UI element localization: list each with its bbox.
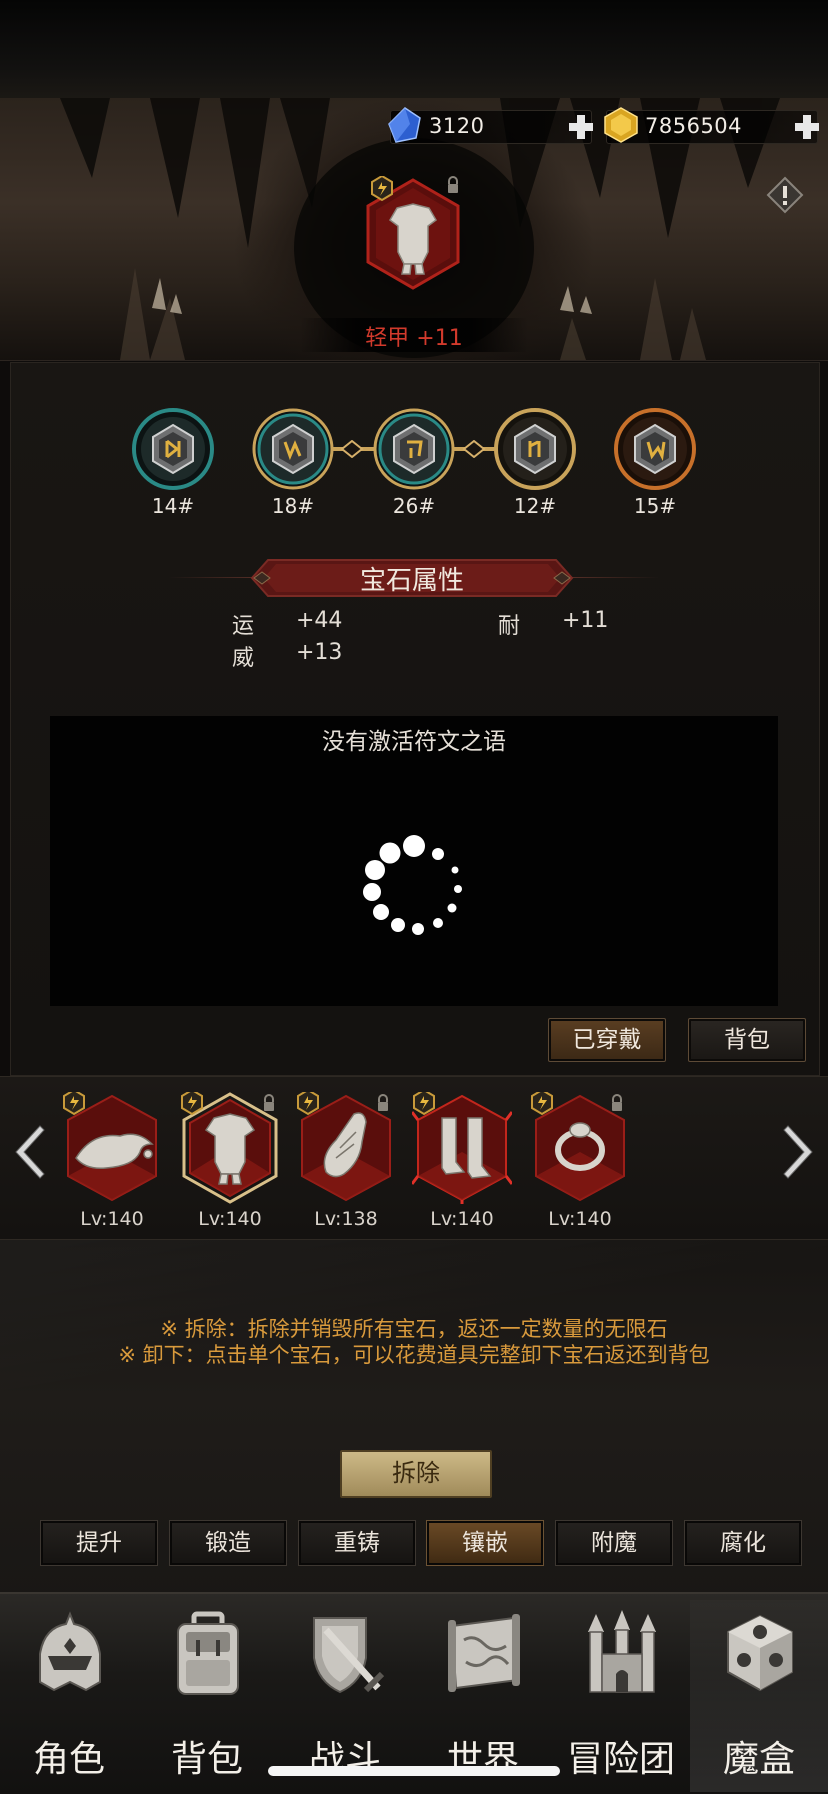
equipment-slot[interactable] bbox=[62, 1088, 162, 1204]
gem-slot-5[interactable] bbox=[614, 408, 696, 490]
gem-link-icon bbox=[452, 440, 496, 458]
status-bar-area bbox=[0, 0, 828, 98]
gem-slot-2[interactable] bbox=[252, 408, 334, 490]
gem-label-1: 14# bbox=[151, 494, 195, 518]
rune-gem-icon bbox=[132, 408, 214, 490]
tab-enchant[interactable]: 附魔 bbox=[555, 1520, 673, 1566]
blue-crystal-icon bbox=[388, 107, 421, 143]
section-title: 宝石属性 bbox=[359, 566, 464, 596]
add-gold-icon[interactable] bbox=[793, 113, 821, 141]
gem-label-3: 26# bbox=[392, 494, 436, 518]
tab-forge[interactable]: 锻造 bbox=[169, 1520, 287, 1566]
item-name: 轻甲 +11 bbox=[365, 326, 463, 351]
nav-label: 背包 bbox=[170, 1739, 243, 1780]
tab-corrupt[interactable]: 腐化 bbox=[684, 1520, 802, 1566]
helmet-icon bbox=[39, 1611, 101, 1692]
gem-link-icon bbox=[330, 440, 374, 458]
sword-shield-icon bbox=[313, 1617, 385, 1694]
divider bbox=[564, 577, 660, 578]
nav-label: 冒险团 bbox=[566, 1739, 675, 1780]
diamond-value: 3120 bbox=[429, 114, 485, 138]
equipment-slot[interactable] bbox=[410, 1088, 514, 1204]
attr-name: 运 bbox=[232, 614, 255, 639]
nav-item-character[interactable]: 角色 bbox=[0, 1600, 138, 1792]
map-scroll-icon bbox=[448, 1614, 520, 1692]
equipment-slot-selected[interactable] bbox=[180, 1088, 280, 1204]
gem-slot-3[interactable] bbox=[373, 408, 455, 490]
equipment-slot[interactable] bbox=[530, 1088, 630, 1204]
gold-value: 7856504 bbox=[645, 114, 743, 138]
equipment-level: Lv:140 bbox=[80, 1208, 144, 1230]
nav-item-battle[interactable]: 战斗 bbox=[276, 1600, 414, 1792]
tab-upgrade[interactable]: 提升 bbox=[40, 1520, 158, 1566]
add-diamond-icon[interactable] bbox=[567, 113, 595, 141]
nav-label: 魔盒 bbox=[722, 1739, 795, 1780]
equipment-level: Lv:140 bbox=[430, 1208, 494, 1230]
nav-item-magic-box[interactable]: 魔盒 bbox=[690, 1600, 828, 1792]
gem-label-4: 12# bbox=[513, 494, 557, 518]
castle-icon bbox=[588, 1610, 656, 1693]
equipment-level: Lv:140 bbox=[548, 1208, 612, 1230]
nav-item-world[interactable]: 世界 bbox=[414, 1600, 552, 1792]
home-indicator[interactable] bbox=[268, 1766, 560, 1776]
rune-gem-icon bbox=[252, 408, 334, 490]
tab-inlay[interactable]: 镶嵌 bbox=[426, 1520, 544, 1566]
attr-value: +44 bbox=[296, 608, 343, 633]
gem-label-5: 15# bbox=[633, 494, 677, 518]
nav-item-bag[interactable]: 背包 bbox=[138, 1600, 276, 1792]
equipped-button[interactable]: 已穿戴 bbox=[548, 1018, 666, 1062]
equipment-level: Lv:140 bbox=[198, 1208, 262, 1230]
remove-button[interactable]: 拆除 bbox=[340, 1450, 492, 1498]
magic-cube-icon bbox=[727, 1614, 793, 1692]
unequip-note: ※ 卸下：点击单个宝石，可以花费道具完整卸下宝石返还到背包 bbox=[118, 1343, 710, 1367]
tab-recast[interactable]: 重铸 bbox=[298, 1520, 416, 1566]
attr-value: +11 bbox=[562, 608, 609, 633]
nav-label: 角色 bbox=[32, 1739, 105, 1780]
attr-value: +13 bbox=[296, 640, 343, 665]
backpack-icon bbox=[177, 1611, 239, 1695]
gold-crystal-icon bbox=[604, 107, 638, 143]
bag-button[interactable]: 背包 bbox=[688, 1018, 806, 1062]
attr-name: 耐 bbox=[498, 614, 521, 639]
rune-gem-icon bbox=[614, 408, 696, 490]
chevron-right-icon[interactable] bbox=[780, 1124, 820, 1180]
gem-slot-4[interactable] bbox=[494, 408, 576, 490]
rune-gem-icon bbox=[373, 408, 455, 490]
chevron-left-icon[interactable] bbox=[8, 1124, 48, 1180]
equipment-level: Lv:138 bbox=[314, 1208, 378, 1230]
gem-label-2: 18# bbox=[271, 494, 315, 518]
nav-item-adventure-group[interactable]: 冒险团 bbox=[552, 1600, 690, 1792]
info-warning-icon[interactable] bbox=[766, 176, 804, 214]
info-area bbox=[0, 1240, 828, 1635]
attr-name: 威 bbox=[232, 646, 255, 671]
equipment-slot[interactable] bbox=[296, 1088, 396, 1204]
rune-gem-icon bbox=[494, 408, 576, 490]
gem-slot-1[interactable] bbox=[132, 408, 214, 490]
loading-spinner-icon bbox=[363, 835, 462, 935]
selected-armor-slot[interactable] bbox=[362, 176, 464, 292]
runeword-status: 没有激活符文之语 bbox=[322, 729, 506, 755]
